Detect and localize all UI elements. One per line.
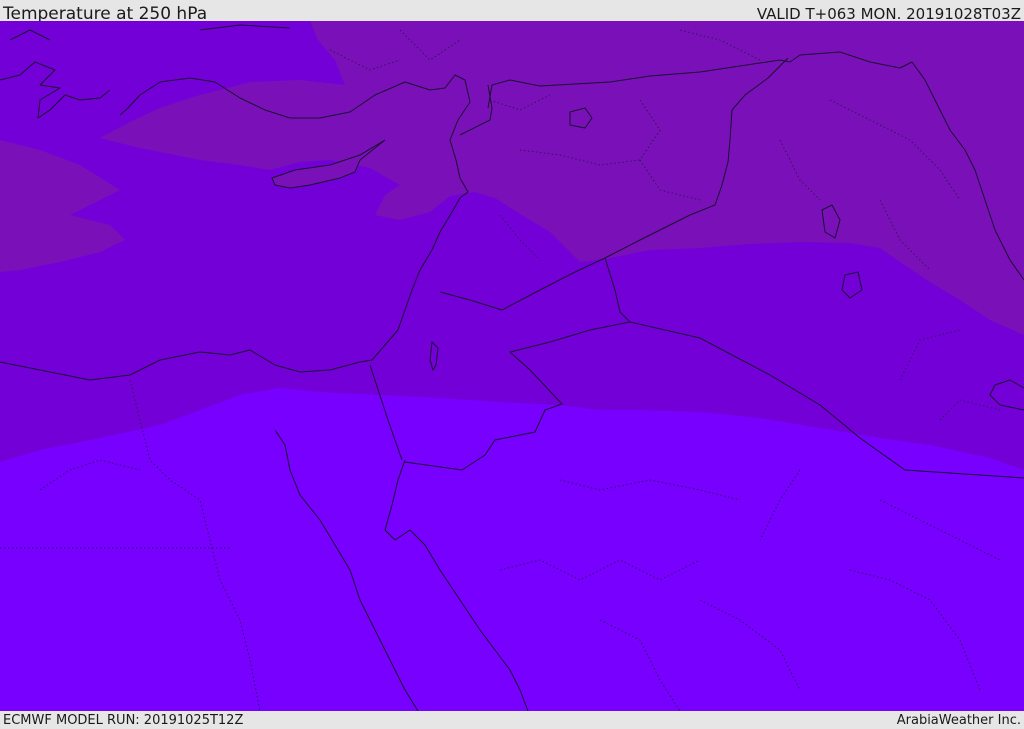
map-viewer: Temperature at 250 hPa VALID T+063 MON. … bbox=[0, 0, 1024, 729]
credit-label: ArabiaWeather Inc. bbox=[896, 713, 1021, 728]
model-run-label: ECMWF MODEL RUN: 20191025T12Z bbox=[3, 713, 244, 728]
footer-bar: ECMWF MODEL RUN: 20191025T12Z ArabiaWeat… bbox=[0, 711, 1024, 729]
temperature-map[interactable] bbox=[0, 21, 1024, 711]
header-bar: Temperature at 250 hPa VALID T+063 MON. … bbox=[0, 0, 1024, 24]
